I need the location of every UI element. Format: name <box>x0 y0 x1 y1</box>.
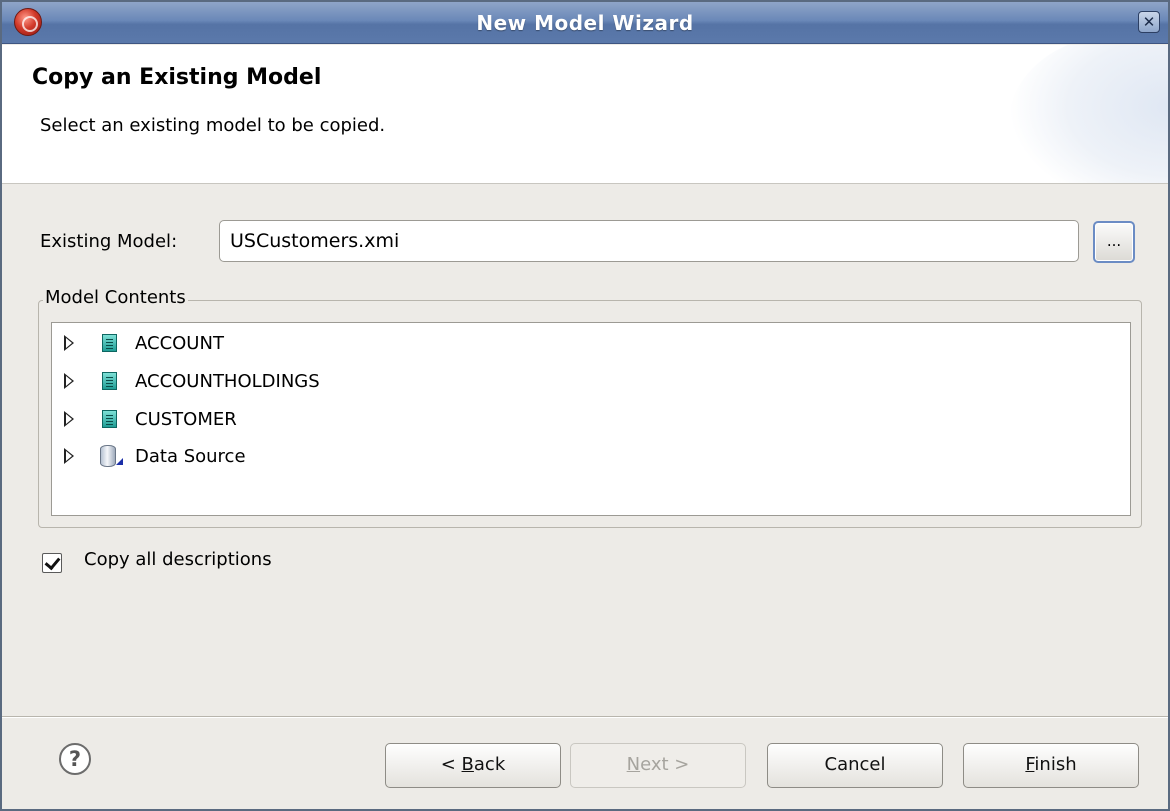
help-icon[interactable]: ? <box>59 743 91 775</box>
next-button[interactable]: Next > <box>570 743 746 788</box>
back-rest: ack <box>473 754 506 775</box>
expand-arrow-icon[interactable] <box>64 411 74 427</box>
tree-item-label: Data Source <box>135 445 246 467</box>
tree-item-data-source[interactable]: Data Source <box>52 440 652 472</box>
back-prefix: < <box>440 754 462 775</box>
finish-rest: inish <box>1034 754 1077 775</box>
tree-item-label: CUSTOMER <box>135 408 237 430</box>
existing-model-label: Existing Model: <box>40 231 178 252</box>
cancel-button[interactable]: Cancel <box>767 743 943 788</box>
page-description: Select an existing model to be copied. <box>40 115 386 136</box>
model-contents-legend: Model Contents <box>43 287 188 308</box>
table-icon <box>102 372 117 390</box>
next-rest: ext > <box>640 754 690 775</box>
next-mnemonic: N <box>626 754 641 775</box>
tree-item-accountholdings[interactable]: ACCOUNTHOLDINGS <box>52 365 652 397</box>
back-mnemonic: B <box>461 754 474 775</box>
browse-button[interactable]: ... <box>1093 221 1135 263</box>
page-title: Copy an Existing Model <box>32 65 322 90</box>
title-bar[interactable]: New Model Wizard ✕ <box>2 2 1168 44</box>
tree-item-label: ACCOUNTHOLDINGS <box>135 370 320 392</box>
tree-item-label: ACCOUNT <box>135 332 224 354</box>
tree-item-customer[interactable]: CUSTOMER <box>52 403 652 435</box>
existing-model-input[interactable]: USCustomers.xmi <box>219 220 1079 262</box>
expand-arrow-icon[interactable] <box>64 335 74 351</box>
expand-arrow-icon[interactable] <box>64 448 74 464</box>
back-button[interactable]: < Back <box>385 743 561 788</box>
model-contents-tree[interactable]: ACCOUNT ACCOUNTHOLDINGS CUSTOMER Data So… <box>51 322 1131 516</box>
wizard-window: New Model Wizard ✕ Copy an Existing Mode… <box>0 0 1170 811</box>
wizard-header: Copy an Existing Model Select an existin… <box>2 45 1168 184</box>
finish-button[interactable]: Finish <box>963 743 1139 788</box>
expand-arrow-icon[interactable] <box>64 373 74 389</box>
data-source-badge-icon <box>116 458 123 465</box>
close-icon[interactable]: ✕ <box>1138 11 1160 33</box>
tree-item-account[interactable]: ACCOUNT <box>52 327 652 359</box>
table-icon <box>102 410 117 428</box>
data-source-icon <box>100 445 116 467</box>
copy-descriptions-label[interactable]: Copy all descriptions <box>84 549 272 570</box>
banner-decoration <box>1008 45 1168 183</box>
window-title: New Model Wizard <box>476 11 694 35</box>
footer-divider <box>2 716 1168 718</box>
copy-descriptions-checkbox[interactable] <box>42 553 62 573</box>
table-icon <box>102 334 117 352</box>
